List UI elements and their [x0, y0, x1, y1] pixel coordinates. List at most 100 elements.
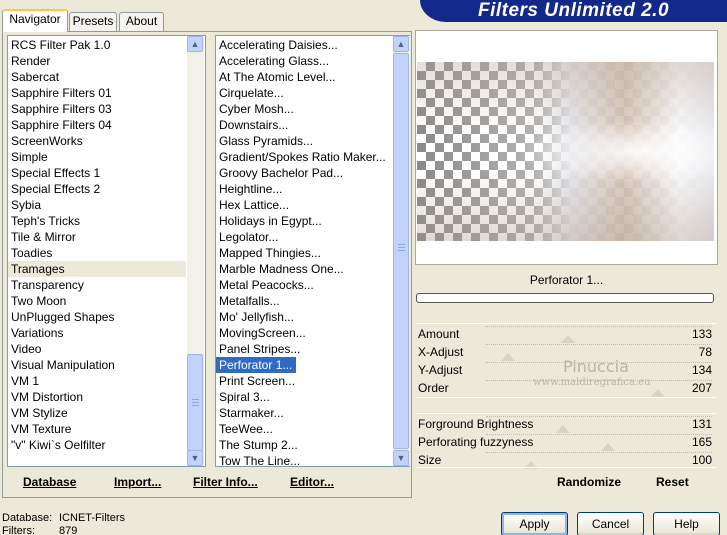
filter-item-label: Heightline...	[219, 182, 283, 196]
category-item[interactable]: Visual Manipulation	[8, 357, 186, 373]
filter-info-button[interactable]: Filter Info...	[193, 475, 258, 489]
status-database-value: ICNET-Filters	[59, 512, 125, 524]
filter-item[interactable]: At The Atomic Level...	[216, 69, 409, 85]
category-item[interactable]: UnPlugged Shapes	[8, 309, 186, 325]
help-button[interactable]: Help	[653, 512, 720, 535]
editor-button[interactable]: Editor...	[290, 475, 334, 489]
filter-item[interactable]: Gradient/Spokes Ratio Maker...	[216, 149, 409, 165]
slider-thumb-icon[interactable]	[601, 443, 615, 451]
filter-item[interactable]: Hex Lattice...	[216, 197, 409, 213]
slider-track[interactable]	[486, 326, 712, 327]
scroll-down-icon[interactable]: ▼	[187, 450, 203, 466]
category-item[interactable]: Variations	[8, 325, 186, 341]
filter-item[interactable]: Mo' Jellyfish...	[216, 309, 409, 325]
filter-item[interactable]: Cyber Mosh...	[216, 101, 409, 117]
category-scrollbar[interactable]: ▲ ▼	[187, 36, 204, 466]
status-filters-label: Filters:	[2, 525, 35, 535]
category-item[interactable]: Special Effects 2	[8, 181, 186, 197]
apply-button[interactable]: Apply	[501, 512, 568, 535]
filter-item[interactable]: Holidays in Egypt...	[216, 213, 409, 229]
param-slider-perforating-fuzzyness[interactable]: Perforating fuzzyness 165	[416, 433, 716, 451]
tab-about[interactable]: About	[119, 12, 164, 31]
filter-item-label: Cyber Mosh...	[219, 102, 294, 116]
category-item[interactable]: ScreenWorks	[8, 133, 186, 149]
scroll-down-icon[interactable]: ▼	[393, 450, 409, 466]
category-item[interactable]: VM Stylize	[8, 405, 186, 421]
reset-button[interactable]: Reset	[656, 475, 689, 489]
category-item[interactable]: Tramages	[8, 261, 186, 277]
scroll-thumb[interactable]	[187, 354, 203, 451]
slider-track[interactable]	[486, 452, 712, 453]
category-item[interactable]: Simple	[8, 149, 186, 165]
filter-item[interactable]: Legolator...	[216, 229, 409, 245]
category-item[interactable]: Toadies	[8, 245, 186, 261]
filter-item[interactable]: Downstairs...	[216, 117, 409, 133]
scroll-up-icon[interactable]: ▲	[187, 36, 203, 52]
category-item[interactable]: Sybia	[8, 197, 186, 213]
filter-item[interactable]: Tow The Line...	[216, 453, 409, 467]
category-item[interactable]: "v" Kiwi`s Oelfilter	[8, 437, 186, 453]
slider-track[interactable]	[486, 344, 712, 345]
filter-item[interactable]: Metal Peacocks...	[216, 277, 409, 293]
category-item[interactable]: Sapphire Filters 03	[8, 101, 186, 117]
filter-item-label: Mapped Thingies...	[219, 246, 321, 260]
category-item[interactable]: Teph's Tricks	[8, 213, 186, 229]
category-item[interactable]: Render	[8, 53, 186, 69]
filter-item-label: Tow The Line...	[219, 454, 301, 467]
filter-item[interactable]: MovingScreen...	[216, 325, 409, 341]
filter-item[interactable]: Print Screen...	[216, 373, 409, 389]
slider-thumb-icon[interactable]	[501, 353, 515, 361]
category-item[interactable]: Two Moon	[8, 293, 186, 309]
filter-item-label: MovingScreen...	[219, 326, 306, 340]
category-item[interactable]: Special Effects 1	[8, 165, 186, 181]
filter-item[interactable]: The Stump 2...	[216, 437, 409, 453]
filter-item[interactable]: Cirquelate...	[216, 85, 409, 101]
param-value: 133	[691, 327, 712, 341]
param-slider-forground-brightness[interactable]: Forground Brightness 131	[416, 415, 716, 433]
category-item[interactable]: Sapphire Filters 01	[8, 85, 186, 101]
slider-thumb-icon[interactable]	[561, 335, 575, 343]
cancel-button[interactable]: Cancel	[577, 512, 644, 535]
filter-item[interactable]: TeeWee...	[216, 421, 409, 437]
category-list[interactable]: RCS Filter Pak 1.0 Render Sabercat Sapphire…	[7, 35, 206, 467]
param-label: Size	[418, 453, 442, 467]
category-item[interactable]: Video	[8, 341, 186, 357]
category-item[interactable]: Sapphire Filters 04	[8, 117, 186, 133]
category-item[interactable]: VM 1	[8, 373, 186, 389]
filter-item[interactable]: Accelerating Glass...	[216, 53, 409, 69]
filter-item[interactable]: Groovy Bachelor Pad...	[216, 165, 409, 181]
filter-item[interactable]: Starmaker...	[216, 405, 409, 421]
filter-list[interactable]: Accelerating Daisies... Accelerating Glas…	[215, 35, 410, 467]
filter-item[interactable]: Accelerating Daisies...	[216, 37, 409, 53]
filter-item[interactable]: Glass Pyramids...	[216, 133, 409, 149]
filter-item[interactable]: Panel Stripes...	[216, 341, 409, 357]
filter-scrollbar[interactable]: ▲ ▼	[393, 36, 410, 466]
slider-thumb-icon[interactable]	[651, 389, 665, 397]
import-button[interactable]: Import...	[114, 475, 161, 489]
param-value: 207	[691, 381, 712, 395]
param-value: 78	[698, 345, 712, 359]
scroll-thumb[interactable]	[393, 53, 409, 449]
param-label: Order	[418, 381, 449, 395]
category-item[interactable]: VM Distortion	[8, 389, 186, 405]
filter-item[interactable]: Heightline...	[216, 181, 409, 197]
tab-navigator[interactable]: Navigator	[2, 9, 68, 32]
param-slider-amount[interactable]: Amount 133	[416, 325, 716, 343]
category-item[interactable]: Sabercat	[8, 69, 186, 85]
filter-item[interactable]: Spiral 3...	[216, 389, 409, 405]
category-item[interactable]: VM Texture	[8, 421, 186, 437]
slider-thumb-icon[interactable]	[556, 425, 570, 433]
tab-presets[interactable]: Presets	[69, 12, 117, 31]
randomize-button[interactable]: Randomize	[557, 475, 621, 489]
filter-item-label: Mo' Jellyfish...	[219, 310, 294, 324]
param-label: Perforating fuzzyness	[418, 435, 534, 449]
category-item[interactable]: RCS Filter Pak 1.0	[8, 37, 186, 53]
filter-item[interactable]: Perforator 1...	[216, 357, 409, 373]
filter-item[interactable]: Metalfalls...	[216, 293, 409, 309]
category-item[interactable]: Transparency	[8, 277, 186, 293]
filter-item[interactable]: Marble Madness One...	[216, 261, 409, 277]
filter-item[interactable]: Mapped Thingies...	[216, 245, 409, 261]
category-item[interactable]: Tile & Mirror	[8, 229, 186, 245]
scroll-up-icon[interactable]: ▲	[393, 36, 409, 52]
database-button[interactable]: Database	[23, 475, 76, 489]
